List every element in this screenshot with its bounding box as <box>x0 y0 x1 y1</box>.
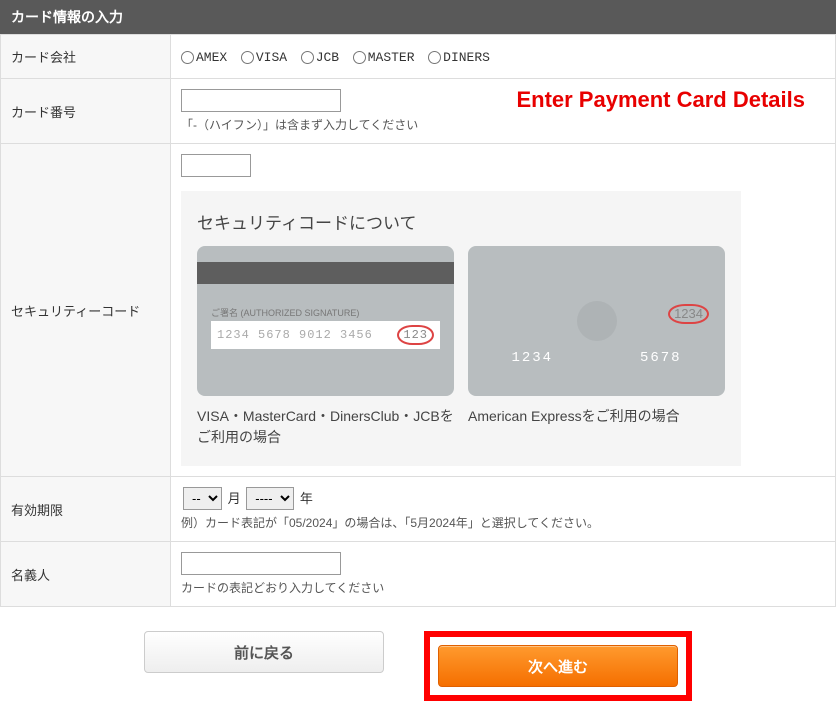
card-form-table: カード会社 AMEX VISA JCB MASTER DINERS カード番号 … <box>0 34 836 607</box>
holder-hint: カードの表記どおり入力してください <box>181 579 825 596</box>
expiry-hint: 例）カード表記が「05/2024」の場合は、「5月2024年」と選択してください… <box>181 514 825 531</box>
label-security-code: セキュリティーコード <box>1 144 171 477</box>
next-button[interactable]: 次へ進む <box>438 645 678 687</box>
radio-diners[interactable]: DINERS <box>428 50 490 65</box>
signature-label: ご署名 (AUTHORIZED SIGNATURE) <box>211 306 440 319</box>
card-company-radio-group: AMEX VISA JCB MASTER DINERS <box>181 49 825 65</box>
amex-logo-shape <box>577 301 617 341</box>
radio-amex[interactable]: AMEX <box>181 50 227 65</box>
card-holder-input[interactable] <box>181 552 341 575</box>
label-card-number: カード番号 <box>1 79 171 144</box>
amex-num-2: 5678 <box>640 350 682 366</box>
cvv-highlight-back: 123 <box>397 325 434 345</box>
annotation-overlay: Enter Payment Card Details <box>516 87 805 113</box>
card-back-digits: 1234 5678 9012 3456 <box>217 328 373 342</box>
field-card-number: 「-（ハイフン）」は含まず入力してください Enter Payment Card… <box>171 79 836 144</box>
amex-num-1: 1234 <box>511 350 553 366</box>
radio-jcb-input[interactable] <box>301 51 314 64</box>
radio-master-input[interactable] <box>353 51 366 64</box>
label-expiry: 有効期限 <box>1 477 171 542</box>
field-card-company: AMEX VISA JCB MASTER DINERS <box>171 35 836 79</box>
field-security-code: セキュリティコードについて ご署名 (AUTHORIZED SIGNATURE)… <box>171 144 836 477</box>
radio-amex-input[interactable] <box>181 51 194 64</box>
card-front-caption: American Expressをご利用の場合 <box>468 406 725 427</box>
back-button[interactable]: 前に戻る <box>144 631 384 673</box>
signature-strip: 1234 5678 9012 3456 123 <box>211 321 440 349</box>
next-button-highlight: 次へ進む <box>424 631 692 701</box>
section-header: カード情報の入力 <box>0 0 836 34</box>
expiry-year-select[interactable]: ---- <box>246 487 294 510</box>
magnetic-stripe <box>197 262 454 284</box>
card-number-input[interactable] <box>181 89 341 112</box>
radio-visa[interactable]: VISA <box>241 50 287 65</box>
expiry-month-select[interactable]: -- <box>183 487 222 510</box>
field-expiry: -- 月 ---- 年 例）カード表記が「05/2024」の場合は、「5月202… <box>171 477 836 542</box>
security-box-title: セキュリティコードについて <box>197 209 725 234</box>
radio-diners-input[interactable] <box>428 51 441 64</box>
button-row: 前に戻る 次へ進む <box>0 607 836 711</box>
card-front-visual: 1234 1234 5678 <box>468 246 725 396</box>
label-holder: 名義人 <box>1 542 171 607</box>
field-holder: カードの表記どおり入力してください <box>171 542 836 607</box>
label-card-company: カード会社 <box>1 35 171 79</box>
card-back-visual: ご署名 (AUTHORIZED SIGNATURE) 1234 5678 901… <box>197 246 454 396</box>
card-back-caption: VISA・MasterCard・DinersClub・JCBをご利用の場合 <box>197 406 454 448</box>
cvv-highlight-front: 1234 <box>668 304 709 324</box>
radio-jcb[interactable]: JCB <box>301 50 339 65</box>
radio-master[interactable]: MASTER <box>353 50 415 65</box>
security-code-help-box: セキュリティコードについて ご署名 (AUTHORIZED SIGNATURE)… <box>181 191 741 466</box>
year-suffix: 年 <box>300 491 313 506</box>
security-code-input[interactable] <box>181 154 251 177</box>
card-number-hint: 「-（ハイフン）」は含まず入力してください <box>181 116 825 133</box>
radio-visa-input[interactable] <box>241 51 254 64</box>
month-suffix: 月 <box>228 491 241 506</box>
